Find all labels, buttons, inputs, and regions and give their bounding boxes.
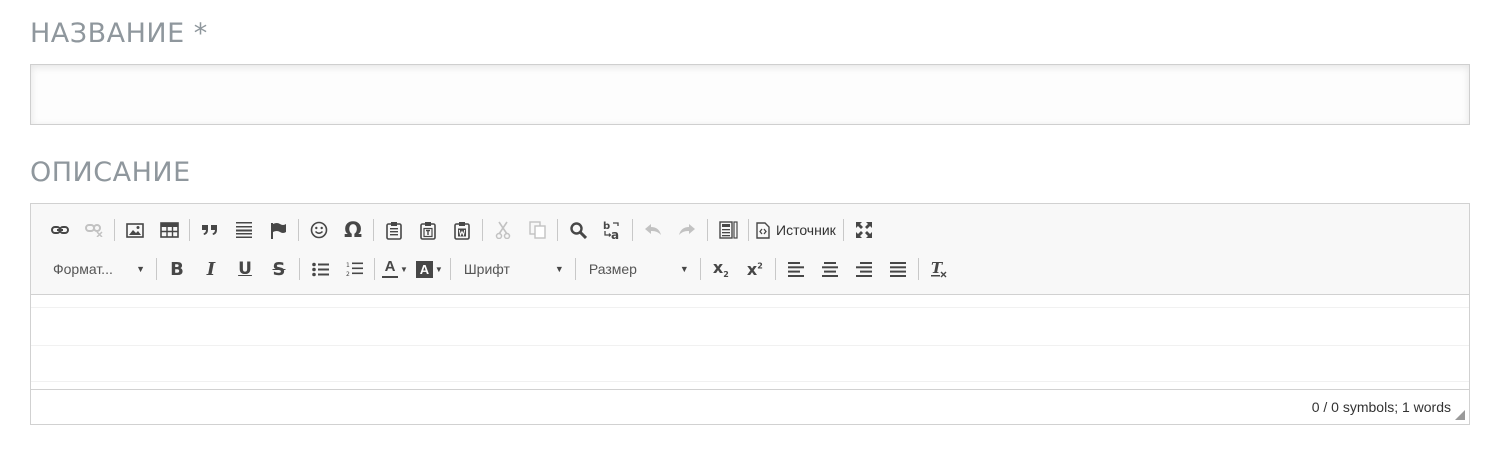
toolbar-separator xyxy=(114,219,115,241)
chevron-down-icon: ▼ xyxy=(554,264,564,274)
source-button[interactable]: Источник xyxy=(756,217,836,243)
anchor-flag-icon[interactable] xyxy=(265,217,291,243)
italic-icon[interactable]: I xyxy=(198,256,224,282)
align-right-icon[interactable] xyxy=(851,256,877,282)
toolbar-separator xyxy=(299,258,300,280)
editor-content-area[interactable] xyxy=(31,295,1469,391)
bulleted-list-icon[interactable] xyxy=(307,256,333,282)
format-dropdown[interactable]: Формат... ▼ xyxy=(45,256,151,282)
toolbar-row-2: Формат... ▼ B I U S 12 A ▼ A ▼ Шрифт ▼ Р… xyxy=(43,256,1469,282)
chevron-down-icon: ▼ xyxy=(136,264,145,274)
templates-icon[interactable] xyxy=(715,217,741,243)
unlink-icon[interactable] xyxy=(81,217,107,243)
toolbar-separator xyxy=(298,219,299,241)
toolbar-separator xyxy=(774,258,776,280)
description-field-label: ОПИСАНИЕ xyxy=(30,157,191,188)
replace-icon[interactable]: ba xyxy=(599,217,625,243)
toolbar-separator xyxy=(156,258,157,280)
text-color-icon: A xyxy=(382,259,398,278)
source-icon xyxy=(756,221,770,239)
size-dropdown-label: Размер xyxy=(588,261,637,277)
strikethrough-icon[interactable]: S xyxy=(266,256,292,282)
paste-word-icon[interactable] xyxy=(449,217,475,243)
text-color-button[interactable]: A ▼ xyxy=(382,259,408,278)
toolbar-separator xyxy=(374,258,375,280)
paste-icon[interactable] xyxy=(381,217,407,243)
bold-icon[interactable]: B xyxy=(164,256,190,282)
toolbar-separator xyxy=(373,219,374,241)
rich-text-editor: Ω ba Источник Формат... ▼ B I U S 1 2 A … xyxy=(30,203,1470,425)
remove-format-icon[interactable]: T xyxy=(926,256,952,282)
chevron-down-icon: ▼ xyxy=(679,264,689,274)
superscript-icon[interactable]: x2 xyxy=(742,256,768,282)
toolbar-separator xyxy=(449,258,451,280)
toolbar-separator xyxy=(707,219,708,241)
link-icon[interactable] xyxy=(47,217,73,243)
background-color-button[interactable]: A ▼ xyxy=(415,260,443,278)
toolbar-separator xyxy=(557,219,558,241)
editor-toolbar: Ω ba Источник Формат... ▼ B I U S 1 2 A … xyxy=(31,204,1469,295)
toolbar-separator xyxy=(842,219,844,241)
toolbar-separator xyxy=(189,219,190,241)
image-icon[interactable] xyxy=(122,217,148,243)
redo-icon[interactable] xyxy=(674,217,700,243)
align-justify-icon[interactable] xyxy=(885,256,911,282)
font-dropdown[interactable]: Шрифт ▼ xyxy=(456,256,570,282)
toolbar-separator xyxy=(482,219,483,241)
horizontal-rule-icon[interactable] xyxy=(231,217,257,243)
chevron-down-icon: ▼ xyxy=(434,264,443,274)
subscript-icon[interactable]: x2 xyxy=(708,256,734,282)
svg-text:a: a xyxy=(611,228,619,240)
title-field-label: НАЗВАНИЕ * xyxy=(30,18,208,49)
content-divider xyxy=(31,345,1469,346)
toolbar-separator xyxy=(699,258,701,280)
toolbar-row-1: Ω ba Источник xyxy=(43,217,1469,243)
svg-text:b: b xyxy=(603,221,610,232)
editor-status-bar: 0 / 0 symbols; 1 words xyxy=(31,389,1469,424)
find-icon[interactable] xyxy=(565,217,591,243)
format-dropdown-label: Формат... xyxy=(53,261,113,277)
numbered-list-icon[interactable]: 12 xyxy=(341,256,367,282)
smiley-icon[interactable] xyxy=(306,217,332,243)
content-divider xyxy=(31,307,1469,308)
table-icon[interactable] xyxy=(156,217,182,243)
chevron-down-icon: ▼ xyxy=(400,264,408,274)
toolbar-separator xyxy=(917,258,919,280)
title-input[interactable] xyxy=(30,64,1470,125)
undo-icon[interactable] xyxy=(640,217,666,243)
underline-icon[interactable]: U xyxy=(232,256,258,282)
size-dropdown[interactable]: Размер ▼ xyxy=(581,256,695,282)
maximize-icon[interactable] xyxy=(851,217,877,243)
content-divider xyxy=(31,381,1469,382)
source-button-label: Источник xyxy=(776,222,836,238)
paste-text-icon[interactable] xyxy=(415,217,441,243)
resize-handle-icon[interactable] xyxy=(1455,410,1465,420)
blockquote-icon[interactable] xyxy=(197,217,223,243)
svg-text:2: 2 xyxy=(346,271,350,277)
toolbar-separator xyxy=(748,219,749,241)
special-char-omega-icon[interactable]: Ω xyxy=(340,217,366,243)
background-color-icon: A xyxy=(415,260,433,278)
svg-text:1: 1 xyxy=(346,262,350,269)
cut-icon[interactable] xyxy=(490,217,516,243)
toolbar-separator xyxy=(632,219,633,241)
svg-text:T: T xyxy=(931,260,944,277)
copy-icon[interactable] xyxy=(524,217,550,243)
align-left-icon[interactable] xyxy=(783,256,809,282)
align-center-icon[interactable] xyxy=(817,256,843,282)
character-counter: 0 / 0 symbols; 1 words xyxy=(1311,399,1451,415)
font-dropdown-label: Шрифт xyxy=(463,261,510,277)
toolbar-separator xyxy=(574,258,576,280)
